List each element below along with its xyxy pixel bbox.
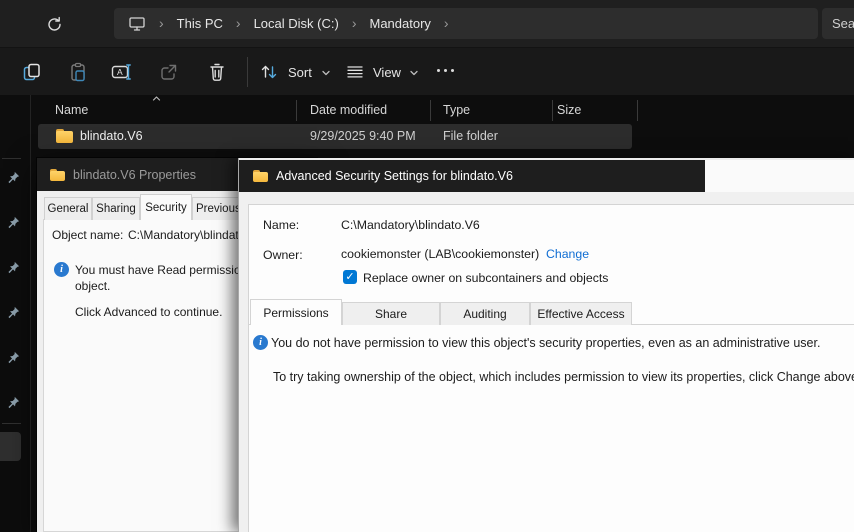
delete-icon — [208, 62, 226, 82]
chevron-down-icon — [321, 69, 331, 77]
rename-icon: A — [111, 62, 133, 82]
tab-security[interactable]: Security — [140, 194, 192, 220]
pin-icon[interactable] — [6, 396, 20, 410]
read-permissions-message-line2: object. — [75, 279, 110, 293]
click-advanced-hint: Click Advanced to continue. — [75, 305, 222, 319]
sidebar-divider — [30, 95, 31, 532]
tab-share-label: Share — [375, 307, 407, 321]
change-owner-link[interactable]: Change — [546, 247, 589, 261]
sort-ascending-icon — [152, 95, 161, 102]
view-icon — [346, 64, 364, 80]
breadcrumb-item-local-disk[interactable]: Local Disk (C:) — [254, 16, 339, 31]
delete-button[interactable] — [203, 58, 231, 86]
sidebar-separator — [2, 423, 21, 424]
name-label: Name: — [263, 218, 299, 232]
toolbar-divider — [247, 57, 248, 87]
copy-icon — [22, 62, 42, 82]
breadcrumb-separator: › — [159, 16, 164, 32]
owner-value: cookiemonster (LAB\cookiemonster) — [341, 247, 539, 261]
column-separator[interactable] — [296, 100, 297, 121]
search-input[interactable]: Sea — [822, 8, 854, 39]
file-date-modified: 9/29/2025 9:40 PM — [310, 129, 416, 143]
tab-auditing[interactable]: Auditing — [440, 302, 530, 325]
pin-icon[interactable] — [6, 306, 20, 320]
pin-icon[interactable] — [6, 171, 20, 185]
svg-text:A: A — [117, 67, 123, 77]
file-type: File folder — [443, 129, 498, 143]
no-permission-message: You do not have permission to view this … — [271, 336, 820, 350]
address-bar[interactable]: › This PC › Local Disk (C:) › Mandatory … — [114, 8, 818, 39]
advanced-dialog-title: Advanced Security Settings for blindato.… — [276, 169, 513, 183]
sort-icon — [259, 62, 279, 82]
tab-sharing-label: Sharing — [96, 203, 136, 215]
paste-button[interactable] — [64, 58, 92, 86]
tab-share[interactable]: Share — [342, 302, 440, 325]
copy-button[interactable] — [18, 58, 46, 86]
folder-icon — [253, 170, 268, 182]
replace-owner-label: Replace owner on subcontainers and objec… — [363, 271, 608, 285]
rename-button[interactable]: A — [108, 58, 136, 86]
sidebar-separator — [2, 158, 21, 159]
see-more-button[interactable] — [437, 69, 454, 72]
replace-owner-checkbox[interactable]: ✓ — [343, 270, 357, 284]
advanced-security-dialog: Advanced Security Settings for blindato.… — [238, 158, 854, 532]
sort-label[interactable]: Sort — [288, 65, 312, 80]
name-value: C:\Mandatory\blindato.V6 — [341, 218, 480, 232]
column-separator[interactable] — [637, 100, 638, 121]
tab-general[interactable]: General — [44, 197, 92, 220]
search-value: Sea — [832, 16, 854, 31]
navigation-bar: › This PC › Local Disk (C:) › Mandatory … — [0, 0, 854, 47]
info-icon: i — [54, 262, 69, 277]
column-separator[interactable] — [552, 100, 553, 121]
pin-icon[interactable] — [6, 216, 20, 230]
tab-sharing[interactable]: Sharing — [92, 197, 140, 220]
share-icon — [159, 62, 179, 82]
folder-icon — [50, 169, 65, 181]
explorer-window: › This PC › Local Disk (C:) › Mandatory … — [0, 0, 854, 532]
sort-button[interactable] — [257, 58, 281, 86]
tab-permissions[interactable]: Permissions — [250, 299, 342, 325]
refresh-button[interactable] — [42, 12, 66, 36]
refresh-icon — [46, 16, 63, 33]
this-pc-icon — [128, 16, 146, 32]
pin-icon[interactable] — [6, 351, 20, 365]
tab-security-label: Security — [145, 202, 187, 214]
pin-icon[interactable] — [6, 261, 20, 275]
column-header-type[interactable]: Type — [443, 103, 470, 117]
tab-general-label: General — [48, 203, 89, 215]
folder-icon — [56, 129, 73, 143]
column-separator[interactable] — [430, 100, 431, 121]
breadcrumb-separator: › — [352, 16, 357, 32]
object-name-label: Object name: — [52, 228, 123, 242]
properties-dialog-title: blindato.V6 Properties — [73, 168, 196, 182]
tab-effective-access-label: Effective Access — [537, 307, 624, 321]
column-header-size[interactable]: Size — [557, 103, 581, 117]
share-button[interactable] — [155, 58, 183, 86]
file-name[interactable]: blindato.V6 — [80, 129, 143, 143]
sidebar-selected-item[interactable] — [0, 432, 21, 461]
chevron-down-icon — [409, 69, 419, 77]
breadcrumb-item-mandatory[interactable]: Mandatory — [370, 16, 431, 31]
info-icon: i — [253, 335, 268, 350]
column-header-name[interactable]: Name — [55, 103, 88, 117]
titlebar-light-area — [705, 160, 854, 192]
read-permissions-message-line1: You must have Read permissions — [75, 263, 253, 277]
breadcrumb-separator: › — [236, 16, 241, 32]
take-ownership-message: To try taking ownership of the object, w… — [273, 370, 854, 384]
breadcrumb-item-this-pc[interactable]: This PC — [177, 16, 223, 31]
view-button[interactable] — [343, 58, 367, 86]
tab-auditing-label: Auditing — [463, 307, 506, 321]
owner-label: Owner: — [263, 248, 303, 262]
view-label[interactable]: View — [373, 65, 401, 80]
column-header-date-modified[interactable]: Date modified — [310, 103, 387, 117]
advanced-titlebar[interactable]: Advanced Security Settings for blindato.… — [239, 160, 705, 192]
tab-permissions-label: Permissions — [263, 306, 328, 320]
breadcrumb-separator: › — [444, 16, 449, 32]
paste-icon — [68, 62, 88, 82]
tab-effective-access[interactable]: Effective Access — [530, 302, 632, 325]
